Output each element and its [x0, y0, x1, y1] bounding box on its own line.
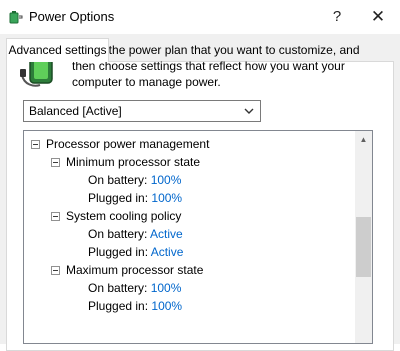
tree-item-min-state[interactable]: Minimum processor state: [66, 153, 200, 171]
title-bar: Power Options ? ✕: [0, 0, 400, 34]
chevron-down-icon: [244, 108, 254, 114]
setting-label: Plugged in:: [88, 191, 152, 205]
help-button[interactable]: ?: [326, 6, 348, 28]
scroll-thumb[interactable]: [356, 217, 371, 277]
setting-row[interactable]: On battery: 100%: [88, 279, 181, 297]
setting-value[interactable]: 100%: [151, 299, 182, 313]
vertical-scrollbar[interactable]: ▲: [355, 131, 372, 343]
close-button[interactable]: ✕: [366, 6, 390, 28]
tree-item-processor[interactable]: Processor power management: [46, 135, 209, 153]
description-text: Select the power plan that you want to c…: [72, 43, 360, 89]
settings-tree[interactable]: Processor power management Minimum proce…: [23, 130, 373, 344]
setting-row[interactable]: On battery: 100%: [88, 171, 181, 189]
setting-value[interactable]: 100%: [151, 281, 182, 295]
tab-label: Advanced settings: [8, 43, 107, 57]
setting-value[interactable]: 100%: [151, 173, 182, 187]
setting-row[interactable]: Plugged in: Active: [88, 243, 183, 261]
tree-item-cooling[interactable]: System cooling policy: [66, 207, 181, 225]
tree-item-max-state[interactable]: Maximum processor state: [66, 261, 203, 279]
setting-row[interactable]: On battery: Active: [88, 225, 183, 243]
setting-value[interactable]: 100%: [151, 191, 182, 205]
collapse-icon[interactable]: [51, 266, 60, 275]
setting-label: On battery:: [88, 227, 151, 241]
setting-row[interactable]: Plugged in: 100%: [88, 297, 182, 315]
setting-row[interactable]: Plugged in: 100%: [88, 189, 182, 207]
collapse-icon[interactable]: [31, 140, 40, 149]
setting-label: Plugged in:: [88, 245, 151, 259]
setting-value[interactable]: Active: [150, 227, 183, 241]
setting-label: Plugged in:: [88, 299, 152, 313]
power-options-icon: [9, 11, 23, 24]
collapse-icon[interactable]: [51, 158, 60, 167]
tab-advanced-settings[interactable]: Advanced settings: [6, 38, 109, 62]
window-title: Power Options: [29, 9, 115, 24]
power-plan-value: Balanced [Active]: [29, 104, 122, 118]
setting-value[interactable]: Active: [151, 245, 184, 259]
scroll-up-icon[interactable]: ▲: [355, 131, 372, 148]
setting-label: On battery:: [88, 281, 151, 295]
setting-label: On battery:: [88, 173, 151, 187]
power-plan-select[interactable]: Balanced [Active]: [23, 100, 261, 122]
collapse-icon[interactable]: [51, 212, 60, 221]
